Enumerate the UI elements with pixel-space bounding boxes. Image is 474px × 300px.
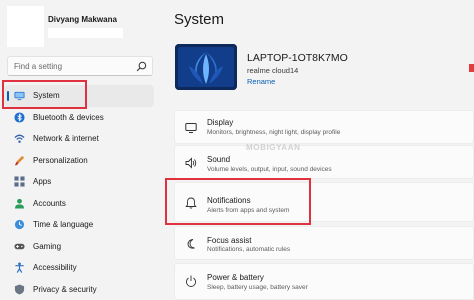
sidebar-item-label: Gaming	[33, 241, 62, 251]
sidebar-item-label: Accounts	[33, 198, 66, 208]
sidebar-item-network[interactable]: Network & internet	[4, 128, 154, 150]
sidebar-nav: System Bluetooth & devices Network & int…	[4, 85, 154, 300]
wifi-icon	[14, 134, 25, 143]
device-model: realme cloud14	[247, 66, 299, 75]
device-name: LAPTOP-1OT8K7MO	[247, 52, 348, 64]
sidebar-item-time-language[interactable]: Time & language	[4, 214, 154, 236]
page-title: System	[174, 11, 225, 28]
settings-window: Divyang Makwana Find a setting System Bl…	[0, 0, 474, 300]
device-thumbnail	[175, 44, 237, 90]
display-card[interactable]: Display Monitors, brightness, night ligh…	[174, 110, 474, 144]
sidebar-item-accessibility[interactable]: Accessibility	[4, 257, 154, 279]
notifications-highlight-box	[165, 178, 311, 225]
focus-assist-card[interactable]: Focus assist Notifications, automatic ru…	[174, 226, 474, 260]
card-title: Display	[207, 118, 234, 127]
bluetooth-icon	[14, 111, 25, 123]
card-subtitle: Volume levels, output, input, sound devi…	[207, 166, 332, 173]
sidebar-item-bluetooth[interactable]: Bluetooth & devices	[4, 107, 154, 129]
moon-icon	[187, 239, 195, 249]
search-icon[interactable]	[136, 61, 147, 72]
rename-link[interactable]: Rename	[247, 77, 275, 86]
sidebar-item-accounts[interactable]: Accounts	[4, 193, 154, 215]
sidebar-item-apps[interactable]: Apps	[4, 171, 154, 193]
avatar[interactable]	[7, 6, 44, 47]
accessibility-icon	[15, 262, 24, 273]
sidebar-item-label: Personalization	[33, 155, 88, 165]
card-title: Power & battery	[207, 273, 264, 282]
power-battery-card[interactable]: Power & battery Sleep, battery usage, ba…	[174, 263, 474, 300]
globe-clock-icon	[14, 219, 25, 230]
search-box[interactable]: Find a setting	[7, 56, 153, 76]
edge-accent	[469, 64, 474, 72]
sidebar-item-label: Bluetooth & devices	[33, 112, 104, 122]
gamepad-icon	[14, 243, 25, 249]
sidebar-item-label: Accessibility	[33, 263, 77, 273]
person-icon	[14, 198, 25, 209]
sidebar-item-privacy-security[interactable]: Privacy & security	[4, 279, 154, 300]
wallpaper-bloom-image	[175, 44, 237, 90]
brush-icon	[14, 155, 25, 165]
power-icon	[185, 275, 197, 287]
user-email-redacted	[48, 28, 123, 38]
sidebar-item-label: Network & internet	[33, 134, 99, 144]
card-title: Focus assist	[207, 236, 252, 245]
main-content: System LAPTOP-1OT8K7MO realme cloud14 Re…	[165, 0, 474, 300]
card-subtitle: Sleep, battery usage, battery saver	[207, 284, 308, 291]
watermark: MOBIGYAAN	[246, 143, 301, 152]
sidebar: Divyang Makwana Find a setting System Bl…	[0, 0, 165, 300]
card-subtitle: Monitors, brightness, night light, displ…	[207, 129, 341, 136]
sidebar-item-label: Time & language	[33, 220, 94, 230]
system-highlight-box	[2, 80, 87, 109]
card-title: Sound	[207, 155, 231, 164]
sound-card[interactable]: Sound Volume levels, output, input, soun…	[174, 145, 474, 179]
user-name: Divyang Makwana	[48, 15, 117, 24]
sidebar-item-label: Apps	[33, 177, 52, 187]
sidebar-item-label: Privacy & security	[33, 284, 97, 294]
sidebar-item-gaming[interactable]: Gaming	[4, 236, 154, 258]
search-input[interactable]: Find a setting	[14, 62, 62, 71]
display-icon	[185, 123, 197, 133]
card-subtitle: Notifications, automatic rules	[207, 246, 291, 253]
sidebar-item-personalization[interactable]: Personalization	[4, 150, 154, 172]
shield-icon	[14, 283, 25, 295]
speaker-icon	[185, 157, 197, 169]
apps-icon	[14, 176, 25, 187]
